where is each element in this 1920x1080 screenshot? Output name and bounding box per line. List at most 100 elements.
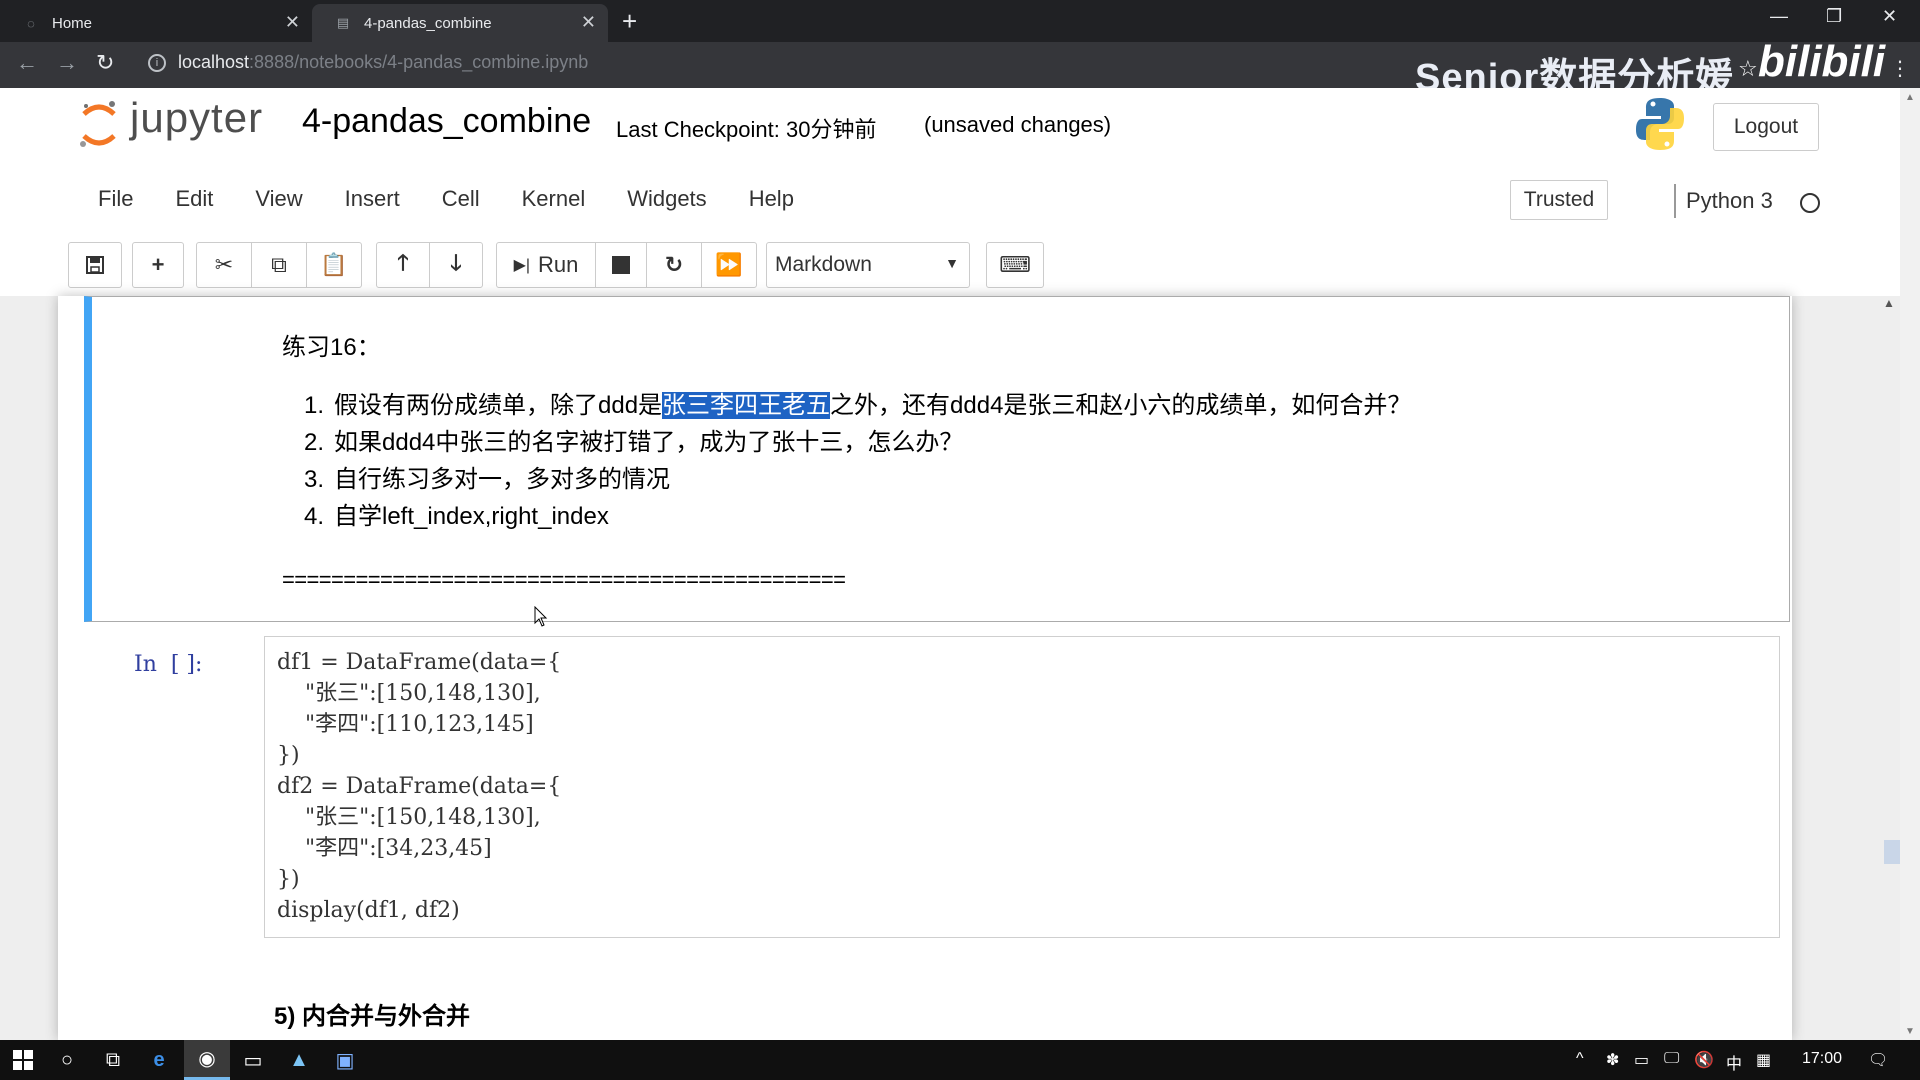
menu-help[interactable]: Help <box>733 186 810 226</box>
edge-browser-icon[interactable]: e <box>136 1040 182 1080</box>
menu-file[interactable]: File <box>82 186 149 226</box>
new-tab-button[interactable]: + <box>622 6 637 37</box>
code-line: "李四":[110,123,145] <box>277 712 534 737</box>
restart-button[interactable]: ↻ <box>646 242 702 288</box>
network-icon[interactable]: 🖵 <box>1664 1050 1679 1068</box>
tab-home[interactable]: ◌ Home ✕ <box>0 4 312 42</box>
notebook-title[interactable]: 4-pandas_combine <box>302 102 591 141</box>
battery-icon[interactable]: ▭ <box>1634 1050 1649 1070</box>
code-line: df1 = DataFrame(data={ <box>277 650 562 675</box>
tab-title: 4-pandas_combine <box>364 14 492 32</box>
exercise-list: 1. 假设有两份成绩单，除了ddd是张三李四王老五之外，还有ddd4是张三和赵小六… <box>304 389 1411 537</box>
code-cell-editor[interactable]: df1 = DataFrame(data={ "张三":[150,148,130… <box>264 636 1780 938</box>
code-block: df1 = DataFrame(data={ "张三":[150,148,130… <box>277 647 561 926</box>
back-icon[interactable]: ← <box>16 50 38 76</box>
reload-icon[interactable]: ↻ <box>96 50 114 76</box>
unsaved-indicator: (unsaved changes) <box>924 112 1112 137</box>
notebook-scroll-thumb[interactable] <box>1884 840 1900 864</box>
code-line: df2 = DataFrame(data={ <box>277 774 562 799</box>
maximize-icon[interactable]: ❐ <box>1826 6 1842 27</box>
plus-icon: + <box>151 252 165 277</box>
section-heading: 5) 内合并与外合并 <box>274 1003 471 1030</box>
selected-text[interactable]: 张三李四王老五 <box>662 392 831 419</box>
notebook-toolbar: + ✂ ⧉ 📋 🡑 🡓 ▶| Run ↻ ⏩ Markdown ▼ ⌨ <box>0 242 1900 288</box>
page-scrollbar[interactable] <box>1900 88 1920 1040</box>
terminal-icon[interactable]: ▭ <box>230 1040 276 1080</box>
close-icon[interactable]: ✕ <box>285 12 300 33</box>
caret-down-icon: ▼ <box>945 255 959 271</box>
url-path: :8888/notebooks/4-pandas_combine.ipynb <box>249 52 589 72</box>
info-icon[interactable]: i <box>148 53 166 72</box>
copy-button[interactable]: ⧉ <box>251 242 307 288</box>
kebab-menu-icon[interactable]: ⋮ <box>1890 56 1910 81</box>
markdown-cell-selected[interactable]: 练习16： 1. 假设有两份成绩单，除了ddd是张三李四王老五之外，还有ddd4是… <box>84 296 1790 622</box>
clock[interactable]: 17:00 <box>1802 1050 1842 1068</box>
list-number: 1. <box>304 392 325 419</box>
save-button[interactable] <box>68 242 122 288</box>
list-item: 2. 如果ddd4中张三的名字被打错了，成为了张十三，怎么办？ <box>304 426 1411 463</box>
windows-start-icon[interactable] <box>0 1040 46 1080</box>
command-palette-button[interactable]: ⌨ <box>986 242 1044 288</box>
paste-button[interactable]: 📋 <box>306 242 362 288</box>
loading-icon: ◌ <box>27 15 35 31</box>
interrupt-button[interactable] <box>595 242 647 288</box>
kernel-idle-icon <box>1800 193 1820 213</box>
arrow-up-icon: 🡑 <box>397 250 409 275</box>
cell-type-select[interactable]: Markdown ▼ <box>766 242 970 288</box>
menu-cell[interactable]: Cell <box>426 186 496 226</box>
item-text: 之外，还有ddd4是张三和赵小六的成绩单，如何合并？ <box>830 392 1412 419</box>
task-view-icon[interactable]: ⧉ <box>90 1040 136 1080</box>
code-line: "张三":[150,148,130], <box>277 681 541 706</box>
notebook-scroll-up-icon[interactable]: ▲ <box>1883 296 1895 310</box>
python-logo-icon <box>1636 98 1684 150</box>
move-up-button[interactable]: 🡑 <box>376 242 430 288</box>
scroll-up-icon[interactable]: ▲ <box>1905 92 1915 103</box>
trusted-indicator[interactable]: Trusted <box>1510 180 1608 220</box>
paste-icon: 📋 <box>320 252 348 277</box>
logout-button[interactable]: Logout <box>1713 103 1819 151</box>
move-down-button[interactable]: 🡓 <box>429 242 483 288</box>
cut-button[interactable]: ✂ <box>196 242 252 288</box>
run-all-button[interactable]: ⏩ <box>701 242 757 288</box>
chrome-browser-icon[interactable]: ◉ <box>184 1040 230 1080</box>
notes-app-icon[interactable]: ▣ <box>322 1040 368 1080</box>
scissors-icon: ✂ <box>214 252 234 277</box>
menu-kernel[interactable]: Kernel <box>506 186 602 226</box>
svg-text:bilibili: bilibili <box>1758 37 1886 86</box>
item-text: 自行练习多对一，多对多的情况 <box>334 466 670 493</box>
code-line: display(df1, df2) <box>277 898 460 923</box>
tab-notebook[interactable]: ▤ 4-pandas_combine ✕ <box>312 4 608 42</box>
scroll-down-icon[interactable]: ▼ <box>1905 1026 1915 1037</box>
fast-forward-icon: ⏩ <box>715 252 743 277</box>
item-text: 自学left_index,right_index <box>334 503 609 530</box>
search-icon[interactable]: ○ <box>44 1040 90 1080</box>
ime-indicator[interactable]: 中 <box>1726 1050 1742 1074</box>
insert-cell-button[interactable]: + <box>132 242 184 288</box>
bird-app-icon[interactable]: ▲ <box>276 1040 322 1080</box>
forward-icon[interactable]: → <box>56 50 78 76</box>
menu-insert[interactable]: Insert <box>329 186 416 226</box>
menu-edit[interactable]: Edit <box>159 186 229 226</box>
taskbar: ○ ⧉ e ◉ ▭ ▲ ▣ ^ ✽ ▭ 🖵 🔇 中 ▦ 17:00 🗨 <box>0 1040 1920 1080</box>
tray-expand-icon[interactable]: ^ <box>1576 1050 1584 1068</box>
separator-rule: ========================================… <box>282 567 846 592</box>
menu-view[interactable]: View <box>239 186 318 226</box>
list-number: 3. <box>304 466 325 493</box>
browser-tab-bar: ◌ Home ✕ ▤ 4-pandas_combine ✕ + — ❐ ✕ <box>0 0 1920 42</box>
volume-muted-icon[interactable]: 🔇 <box>1694 1050 1714 1070</box>
document-icon: ▤ <box>336 15 350 30</box>
minimize-icon[interactable]: — <box>1770 6 1788 27</box>
jupyter-logo-icon[interactable] <box>78 98 120 152</box>
ime-mode-icon[interactable]: ▦ <box>1756 1050 1771 1070</box>
run-button[interactable]: ▶| Run <box>496 242 596 288</box>
exercise-heading: 练习16： <box>282 334 381 361</box>
kernel-name[interactable]: Python 3 <box>1686 188 1773 214</box>
tray-app-icon[interactable]: ✽ <box>1606 1050 1619 1070</box>
list-item: 3. 自行练习多对一，多对多的情况 <box>304 463 1411 500</box>
url-field[interactable]: i localhost:8888/notebooks/4-pandas_comb… <box>148 52 588 73</box>
window-close-icon[interactable]: ✕ <box>1882 6 1897 27</box>
save-icon <box>86 256 104 274</box>
close-icon[interactable]: ✕ <box>581 12 596 33</box>
menu-widgets[interactable]: Widgets <box>611 186 722 226</box>
notification-icon[interactable]: 🗨 <box>1868 1050 1888 1070</box>
